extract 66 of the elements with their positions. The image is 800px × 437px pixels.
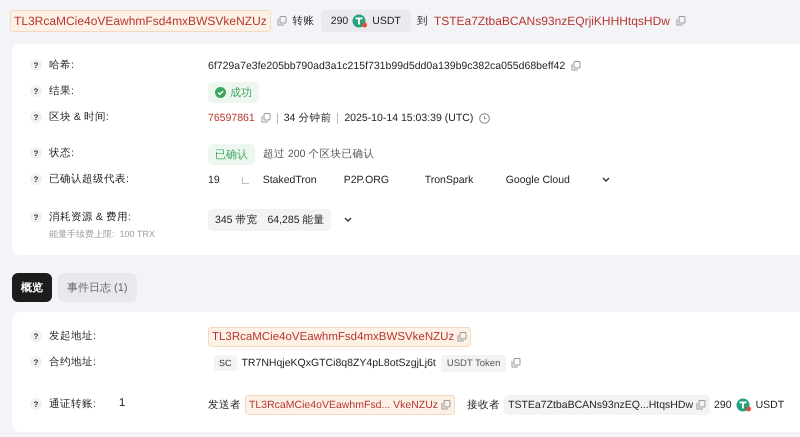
energy-value: 64,285 能量: [267, 213, 324, 227]
time-ago: 34 分钟前: [284, 111, 332, 125]
timestamp: 2025-10-14 15:03:39 (UTC): [344, 112, 474, 124]
representative-name[interactable]: StakedTron: [262, 174, 344, 186]
receiver-label: 接收者: [467, 398, 500, 412]
help-icon[interactable]: ?: [30, 59, 42, 71]
field-label: 通证转账:: [49, 397, 96, 411]
help-icon[interactable]: ?: [30, 147, 42, 159]
chevron-down-icon[interactable]: [343, 216, 354, 224]
help-icon[interactable]: ?: [30, 330, 42, 342]
clock-icon[interactable]: [479, 112, 490, 124]
help-icon[interactable]: ?: [30, 111, 42, 123]
amount-value: 290: [714, 399, 732, 411]
to-label: 到: [416, 14, 428, 28]
field-label: 发起地址:: [49, 329, 96, 343]
representative-name[interactable]: Google Cloud: [506, 174, 587, 186]
copy-icon[interactable]: [571, 61, 582, 71]
action-label: 转账: [292, 14, 315, 28]
token-icon: [352, 14, 368, 28]
copy-icon[interactable]: [676, 16, 686, 26]
sender-address[interactable]: TL3RcaMCie4oVEawhmFsd4mxBWSVkeNZUz: [10, 10, 271, 32]
help-icon[interactable]: ?: [30, 356, 42, 368]
block-link[interactable]: 76597861: [208, 112, 255, 124]
amount-value: 290: [330, 15, 348, 27]
sender-address[interactable]: TL3RcaMCie4oVEawhmFsd... VkeNZUz: [245, 395, 456, 415]
token-symbol: USDT: [372, 15, 401, 27]
help-icon[interactable]: ?: [30, 211, 42, 223]
sender-address[interactable]: TL3RcaMCie4oVEawhmFsd4mxBWSVkeNZUz: [208, 327, 472, 347]
sender-label: 发送者: [208, 398, 241, 412]
receiver-address[interactable]: TSTEa7ZtbaBCANs93nzEQ...HtqsHDw: [504, 395, 710, 415]
fee-limit-note: 能量手续费上限: 100 TRX: [49, 228, 156, 241]
rep-count: 19: [208, 174, 220, 186]
field-label: 已确认超级代表:: [49, 172, 129, 186]
contract-badge: SC: [214, 355, 237, 371]
success-badge: 成功: [208, 82, 259, 102]
help-icon[interactable]: ?: [30, 173, 42, 185]
token-tag: USDT Token: [440, 354, 506, 372]
field-label: 消耗资源 & 费用:: [49, 210, 132, 224]
representative-name[interactable]: P2P.ORG: [344, 174, 425, 186]
chevron-down-icon[interactable]: [600, 176, 611, 184]
field-label: 状态:: [49, 146, 74, 160]
tab[interactable]: 事件日志 (1): [58, 273, 136, 302]
field-label: 哈希:: [49, 58, 74, 72]
field-label: 合约地址:: [49, 355, 96, 369]
tab[interactable]: 概览: [12, 273, 52, 302]
field-label: 结果:: [49, 84, 74, 98]
copy-icon[interactable]: [276, 16, 287, 26]
receiver-address[interactable]: TSTEa7ZtbaBCANs93nzEQrjiKHHHtqsHDw: [434, 14, 670, 28]
help-icon[interactable]: ?: [30, 398, 42, 410]
copy-icon[interactable]: [441, 400, 452, 410]
copy-icon[interactable]: [696, 400, 706, 410]
token-icon: [736, 398, 752, 412]
copy-icon[interactable]: [511, 358, 522, 368]
confirmed-badge: 已确认: [208, 144, 255, 164]
contract-address[interactable]: TR7NHqjeKQxGTCi8q8ZY4pL8otSzgjLj6t: [242, 357, 436, 369]
token-symbol: USDT: [756, 399, 784, 411]
copy-icon[interactable]: [260, 113, 271, 123]
representative-name[interactable]: TronSpark: [424, 174, 506, 186]
hash-value: 6f729a7e3fe205bb790ad3a1c215f731b99d5dd0a139b9c382ca055d68beff42: [208, 60, 566, 72]
help-icon[interactable]: ?: [30, 85, 42, 97]
copy-icon[interactable]: [457, 332, 468, 342]
check-icon: [215, 86, 226, 98]
confirm-note: 超过 200 个区块已确认: [263, 147, 374, 161]
transfer-count: 1: [118, 397, 126, 409]
bandwidth-value: 345 带宽: [215, 213, 258, 227]
field-label: 区块 & 时间:: [49, 110, 109, 124]
